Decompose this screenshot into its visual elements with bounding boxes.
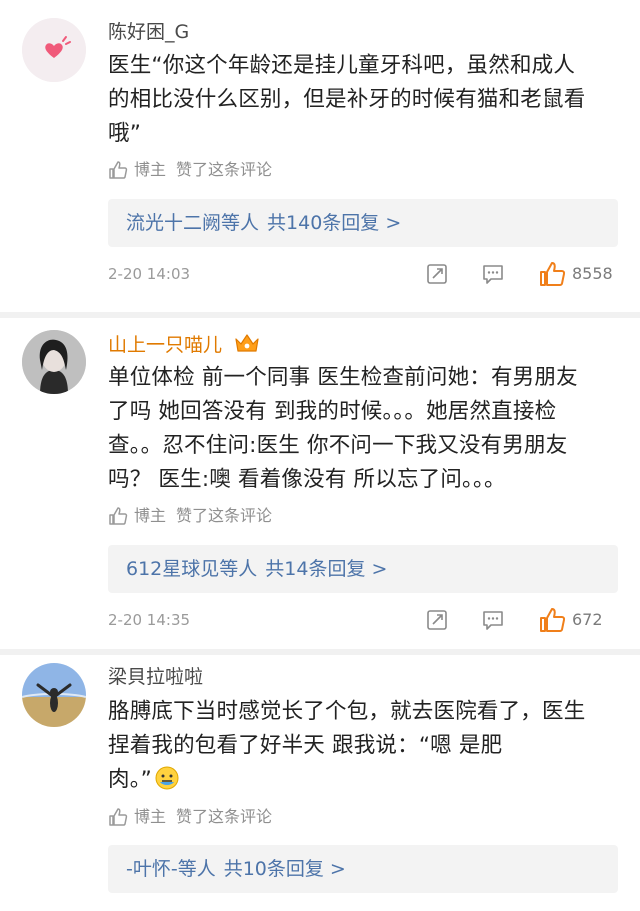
comment-text: 医生“你这个年龄还是挂儿童牙科吧，虽然和成人 的相比没什么区别，但是补牙的时候有…	[108, 53, 586, 146]
comment-card: 山上一只喵儿 单位体检 前一个同事 医生检查前问她：有男朋友 了吗 她回答没有 …	[0, 318, 640, 649]
vip-crown-icon	[235, 334, 259, 352]
comment-text: 胳膊底下当时感觉长了个包，就去医院看了，医生 捏着我的包看了好半天 跟我说：“嗯…	[108, 699, 586, 792]
replies-preview[interactable]: -叶怀-等人 共10条回复 >	[108, 845, 618, 893]
timestamp: 2-20 14:03	[108, 265, 191, 283]
username[interactable]: 陈好困_G	[108, 20, 189, 44]
username[interactable]: 山上一只喵儿	[108, 332, 260, 357]
comment-meta: 2-20 14:03 8558	[108, 259, 628, 289]
like-count: 672	[572, 610, 603, 629]
like-count: 8558	[572, 264, 613, 283]
thumb-up-icon	[109, 808, 128, 826]
avatar[interactable]	[22, 330, 86, 394]
emoji-icon	[155, 766, 179, 790]
like-button[interactable]: 8558	[538, 259, 613, 289]
like-button[interactable]: 672	[538, 605, 603, 635]
comment-meta: 2-20 14:35 672	[108, 605, 628, 635]
comment-card: 梁貝拉啦啦 胳膊底下当时感觉长了个包，就去医院看了，医生 捏着我的包看了好半天 …	[0, 655, 640, 911]
user-photo-icon	[22, 330, 86, 394]
user-photo-icon	[22, 663, 86, 727]
username[interactable]: 梁貝拉啦啦	[108, 665, 203, 689]
author-liked-note: 博主 赞了这条评论	[108, 506, 272, 526]
timestamp: 2-20 14:35	[108, 611, 191, 629]
thumb-up-icon	[109, 507, 128, 525]
avatar[interactable]	[22, 663, 86, 727]
like-icon	[540, 608, 566, 632]
comment-text: 单位体检 前一个同事 医生检查前问她：有男朋友 了吗 她回答没有 到我的时候。。…	[108, 365, 578, 492]
share-icon[interactable]	[426, 609, 448, 631]
comment-icon[interactable]	[482, 609, 504, 631]
heart-avatar-icon	[22, 18, 86, 82]
comment-icon[interactable]	[482, 263, 504, 285]
replies-preview[interactable]: 流光十二阙等人 共140条回复 >	[108, 199, 618, 247]
avatar[interactable]	[22, 18, 86, 82]
author-liked-note: 博主 赞了这条评论	[108, 160, 272, 180]
like-icon	[540, 262, 566, 286]
replies-preview[interactable]: 612星球见等人 共14条回复 >	[108, 545, 618, 593]
author-liked-note: 博主 赞了这条评论	[108, 807, 272, 827]
comment-card: 陈好困_G 医生“你这个年龄还是挂儿童牙科吧，虽然和成人 的相比没什么区别，但是…	[0, 0, 640, 312]
thumb-up-icon	[109, 161, 128, 179]
share-icon[interactable]	[426, 263, 448, 285]
